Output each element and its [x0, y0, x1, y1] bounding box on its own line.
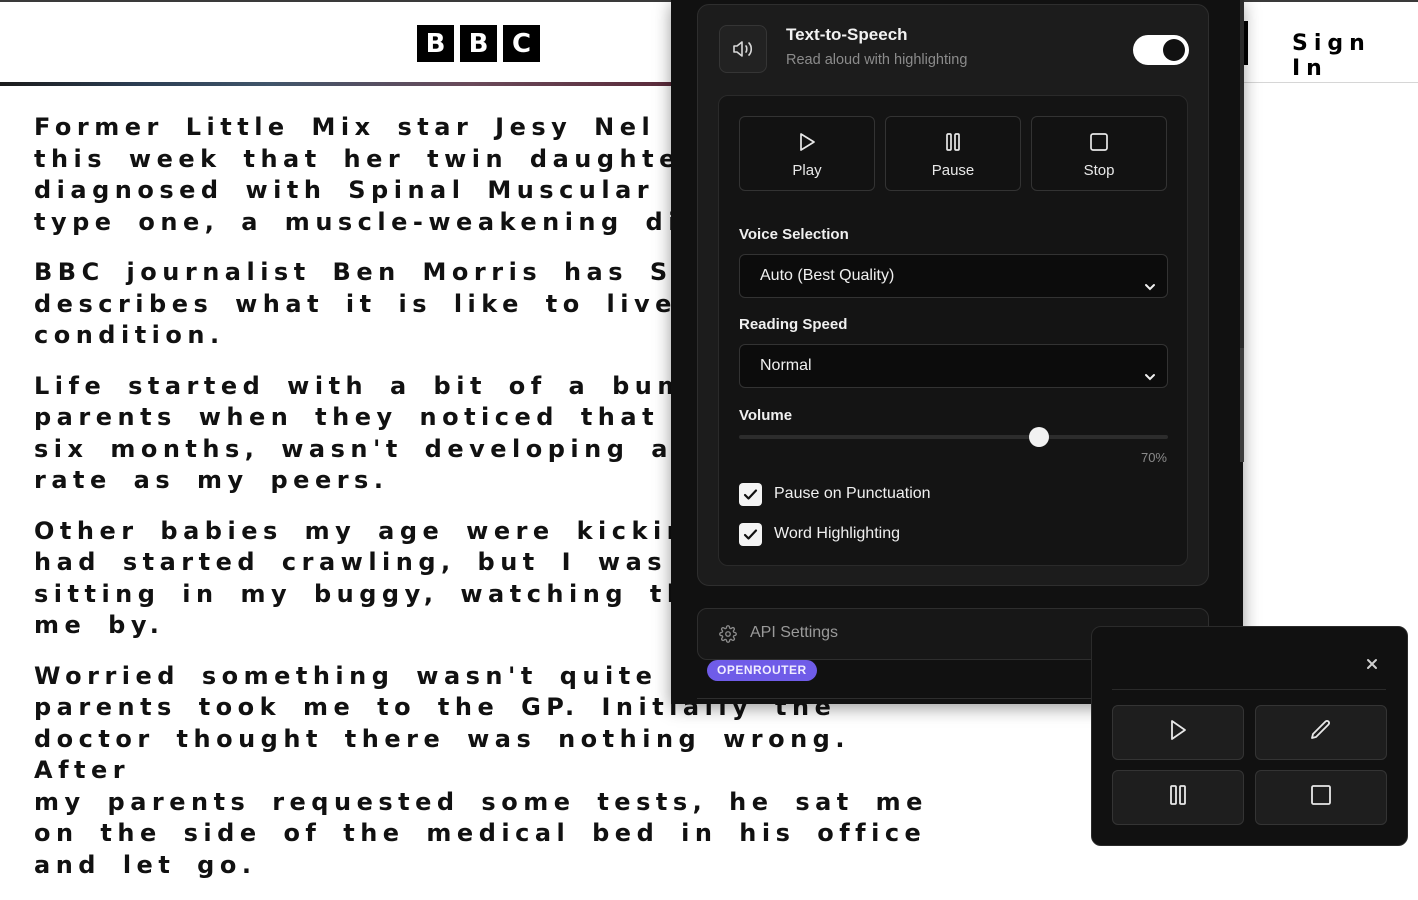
pause-button[interactable]: Pause — [885, 116, 1021, 191]
reading-speed-select[interactable]: Normal — [739, 344, 1168, 388]
word-highlighting-checkbox[interactable] — [739, 523, 762, 546]
pencil-icon — [1309, 718, 1333, 747]
volume-label: Volume — [739, 407, 793, 424]
pause-icon — [1168, 784, 1188, 811]
mini-pause-button[interactable] — [1112, 770, 1244, 825]
stop-button[interactable]: Stop — [1031, 116, 1167, 191]
pause-on-punctuation-checkbox[interactable] — [739, 483, 762, 506]
pause-label: Pause — [931, 162, 975, 179]
chevron-down-icon — [1143, 359, 1157, 401]
tts-subtitle: Read aloud with highlighting — [786, 52, 968, 68]
mini-stop-button[interactable] — [1255, 770, 1387, 825]
voice-selection-label: Voice Selection — [739, 226, 849, 243]
api-settings-label: API Settings — [750, 624, 839, 641]
hero-image-edge — [0, 82, 672, 86]
play-button[interactable]: Play — [739, 116, 875, 191]
stop-icon — [1310, 784, 1332, 811]
mini-edit-button[interactable] — [1255, 705, 1387, 760]
provider-badge: OPENROUTER — [707, 660, 817, 681]
mini-play-button[interactable] — [1112, 705, 1244, 760]
stop-label: Stop — [1083, 162, 1115, 179]
pause-icon — [944, 132, 962, 156]
scrollbar-thumb[interactable] — [1240, 348, 1244, 462]
word-highlighting-label[interactable]: Word Highlighting — [774, 525, 900, 543]
volume-slider-track[interactable] — [739, 435, 1168, 439]
tts-title: Text-to-Speech — [786, 25, 908, 44]
toggle-knob — [1163, 39, 1185, 61]
sign-in-link[interactable]: Sign In — [1292, 31, 1418, 81]
mini-player-divider — [1112, 689, 1386, 690]
close-icon[interactable] — [1364, 656, 1380, 672]
reading-speed-value: Normal — [760, 357, 812, 374]
play-icon — [798, 132, 816, 156]
reading-speed-label: Reading Speed — [739, 316, 848, 333]
speaker-icon — [719, 25, 767, 73]
logo-letter: B — [460, 25, 497, 62]
chevron-down-icon — [1143, 269, 1157, 311]
play-label: Play — [792, 162, 822, 179]
play-icon — [1168, 719, 1188, 746]
pause-on-punctuation-label[interactable]: Pause on Punctuation — [774, 485, 931, 503]
voice-select-value: Auto (Best Quality) — [760, 267, 895, 284]
logo-letter: B — [417, 25, 454, 62]
volume-value: 70% — [1140, 450, 1167, 465]
bbc-logo[interactable]: B B C — [417, 25, 540, 62]
panel-scrollbar[interactable] — [1240, 0, 1244, 462]
logo-letter: C — [503, 25, 540, 62]
voice-select[interactable]: Auto (Best Quality) — [739, 254, 1168, 298]
gear-icon — [719, 625, 737, 648]
tts-enable-toggle[interactable] — [1133, 35, 1189, 65]
stop-icon — [1089, 132, 1109, 156]
